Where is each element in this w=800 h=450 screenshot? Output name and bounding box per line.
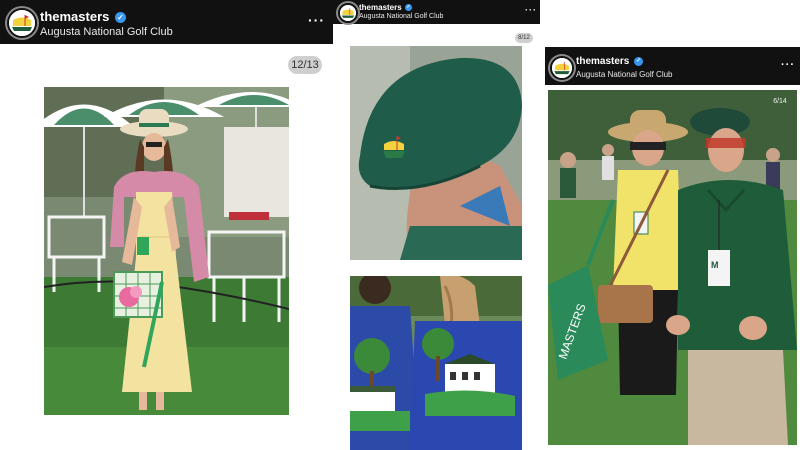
post-panel-3: themasters ✓ Augusta National Golf Club …: [545, 47, 800, 450]
masters-logo-icon: [552, 58, 572, 78]
username-text[interactable]: themasters: [40, 9, 109, 24]
more-options-icon[interactable]: ···: [308, 12, 325, 28]
post-header: themasters ✓ Augusta National Golf Club …: [545, 47, 800, 85]
masters-logo-avatar[interactable]: [550, 56, 574, 80]
masters-logo-icon: [340, 5, 356, 21]
masters-logo-avatar[interactable]: [7, 8, 37, 38]
account-subtitle: Augusta National Golf Club: [359, 13, 444, 20]
post-panel-2: themasters ✓ Augusta National Golf Club …: [333, 0, 540, 450]
photo-woman-in-yellow-dress: [44, 87, 289, 415]
username-text[interactable]: themasters: [576, 56, 629, 67]
username[interactable]: themasters ✓: [40, 9, 126, 24]
verified-badge-icon: ✓: [404, 4, 412, 12]
username[interactable]: themasters ✓: [359, 3, 412, 12]
photo-couple-masters: MASTERS M: [548, 90, 797, 445]
post-header: themasters ✓ Augusta National Golf Club …: [333, 0, 540, 24]
verified-badge-icon: ✓: [634, 56, 644, 66]
image-counter: 8/12: [515, 33, 533, 43]
post-panel-1: themasters ✓ Augusta National Golf Club …: [0, 0, 333, 450]
image-counter: 12/13: [288, 56, 322, 74]
account-subtitle: Augusta National Golf Club: [576, 70, 673, 79]
image-counter: 6/14: [773, 98, 787, 105]
post-header: themasters ✓ Augusta National Golf Club …: [0, 0, 333, 44]
photo-man-green-cap: [350, 46, 522, 260]
account-subtitle: Augusta National Golf Club: [40, 26, 173, 38]
photo-kids-blue-sweaters: [350, 276, 522, 450]
username[interactable]: themasters ✓: [576, 56, 644, 67]
more-options-icon[interactable]: ···: [525, 5, 537, 15]
username-text[interactable]: themasters: [359, 3, 402, 12]
masters-logo-avatar[interactable]: [338, 3, 358, 23]
verified-badge-icon: ✓: [115, 12, 126, 24]
masters-logo-icon: [9, 10, 35, 36]
badge-text: M: [711, 260, 719, 270]
more-options-icon[interactable]: ···: [781, 59, 795, 71]
